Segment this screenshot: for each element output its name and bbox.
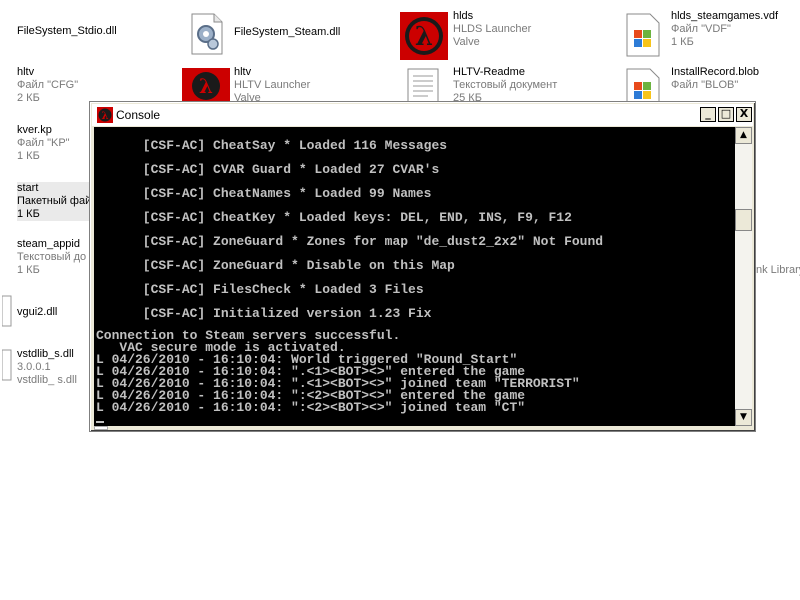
file-name: hlds bbox=[453, 10, 474, 22]
file-size: 2 КБ bbox=[17, 92, 40, 104]
horizontal-scrollbar[interactable] bbox=[94, 426, 735, 430]
console-title-bar[interactable]: λ Console _ □ X bbox=[92, 104, 753, 126]
file-size: 1 КБ bbox=[17, 150, 40, 162]
console-line: [CSF-AC] CheatSay * Loaded 116 Messages bbox=[96, 138, 448, 153]
file-item-filesystem-steam[interactable]: FileSystem_Steam.dll bbox=[186, 10, 386, 55]
partial-file-label: nk Library bbox=[756, 264, 800, 276]
file-name: FileSystem_Stdio.dll bbox=[17, 25, 117, 37]
file-description: vstdlib_ s.dll bbox=[17, 374, 77, 386]
file-name: kver.kp bbox=[17, 124, 52, 136]
file-item-steam-appid[interactable]: steam_appid Текстовый до 1 КБ bbox=[0, 238, 89, 282]
file-name: InstallRecord.blob bbox=[671, 66, 760, 78]
file-type: Файл "VDF" bbox=[671, 23, 731, 35]
file-type: Текстовый документ bbox=[453, 79, 558, 91]
file-item-vgui2[interactable]: vgui2.dll bbox=[0, 294, 89, 338]
scroll-down-button[interactable]: ▼ bbox=[735, 409, 752, 426]
half-life-logo-icon: λ bbox=[400, 12, 448, 60]
file-item-filesystem-stdio[interactable]: FileSystem_Stdio.dll bbox=[0, 20, 180, 64]
svg-text:λ: λ bbox=[101, 111, 108, 122]
file-name: vstdlib_s.dll bbox=[17, 348, 74, 360]
file-type: Пакетный файл bbox=[17, 195, 98, 207]
close-button[interactable]: X bbox=[736, 107, 752, 122]
file-description: HLDS Launcher bbox=[453, 23, 532, 35]
file-name: vgui2.dll bbox=[17, 306, 58, 318]
console-line: [CSF-AC] ZoneGuard * Disable on this Map bbox=[96, 258, 455, 273]
file-name: hlds_steamgames.vdf bbox=[671, 10, 778, 22]
file-name: start bbox=[17, 182, 39, 194]
file-type: Файл "BLOB" bbox=[671, 79, 739, 91]
console-line: [CSF-AC] CVAR Guard * Loaded 27 CVAR's bbox=[96, 162, 440, 177]
file-name: steam_appid bbox=[17, 238, 80, 250]
dll-file-icon bbox=[2, 295, 12, 327]
file-size: 1 КБ bbox=[17, 208, 40, 220]
console-line: [CSF-AC] CheatNames * Loaded 99 Names bbox=[96, 186, 432, 201]
console-title: Console bbox=[116, 108, 161, 122]
scroll-thumb[interactable] bbox=[735, 209, 752, 231]
file-item-vstdlib[interactable]: vstdlib_s.dll 3.0.0.1 vstdlib_ s.dll bbox=[0, 348, 89, 392]
file-name: hltv bbox=[234, 66, 252, 78]
file-name: FileSystem_Steam.dll bbox=[234, 26, 341, 38]
file-size: 1 КБ bbox=[17, 264, 40, 276]
console-window[interactable]: λ Console _ □ X [CSF-AC] CheatSay * Load… bbox=[89, 101, 756, 432]
windows-file-icon bbox=[626, 68, 660, 104]
svg-text:λ: λ bbox=[415, 22, 433, 52]
file-item-hlds-exe[interactable]: λ hlds HLDS Launcher Valve bbox=[400, 10, 600, 60]
console-line: [CSF-AC] FilesCheck * Loaded 3 Files bbox=[96, 282, 424, 297]
svg-text:λ: λ bbox=[199, 74, 213, 98]
file-type: Файл "KP" bbox=[17, 137, 70, 149]
dll-gear-icon bbox=[191, 13, 223, 55]
file-name: hltv bbox=[17, 66, 35, 78]
dll-file-icon bbox=[2, 349, 12, 381]
horizontal-scroll-thumb[interactable] bbox=[94, 426, 108, 430]
half-life-logo-icon: λ bbox=[97, 107, 113, 123]
maximize-button[interactable]: □ bbox=[718, 107, 734, 122]
console-line: L 04/26/2010 - 16:10:04: ":<2><BOT><>" j… bbox=[96, 400, 526, 415]
vertical-scrollbar[interactable]: ▲ ▼ bbox=[735, 127, 752, 426]
file-version: 3.0.0.1 bbox=[17, 361, 51, 373]
file-type: Файл "CFG" bbox=[17, 79, 79, 91]
text-cursor bbox=[96, 421, 104, 423]
file-name: HLTV-Readme bbox=[453, 66, 525, 78]
console-line: [CSF-AC] CheatKey * Loaded keys: DEL, EN… bbox=[96, 210, 572, 225]
windows-file-icon bbox=[626, 13, 660, 57]
file-description: HLTV Launcher bbox=[234, 79, 311, 91]
half-life-logo-icon: λ bbox=[182, 68, 230, 104]
minimize-button[interactable]: _ bbox=[700, 107, 716, 122]
console-line: [CSF-AC] Initialized version 1.23 Fix bbox=[96, 306, 432, 321]
file-size: 1 КБ bbox=[671, 36, 694, 48]
file-item-hlds-steamgames-vdf[interactable]: hlds_steamgames.vdf Файл "VDF" 1 КБ bbox=[624, 10, 800, 57]
console-line: [CSF-AC] ZoneGuard * Zones for map "de_d… bbox=[96, 234, 604, 249]
file-type: Текстовый до bbox=[17, 251, 87, 263]
text-document-icon bbox=[407, 68, 439, 104]
file-company: Valve bbox=[453, 36, 480, 48]
console-output[interactable]: [CSF-AC] CheatSay * Loaded 116 Messages … bbox=[94, 127, 735, 426]
file-item-start-bat[interactable]: start Пакетный файл 1 КБ bbox=[0, 182, 104, 226]
scroll-up-button[interactable]: ▲ bbox=[735, 127, 752, 144]
